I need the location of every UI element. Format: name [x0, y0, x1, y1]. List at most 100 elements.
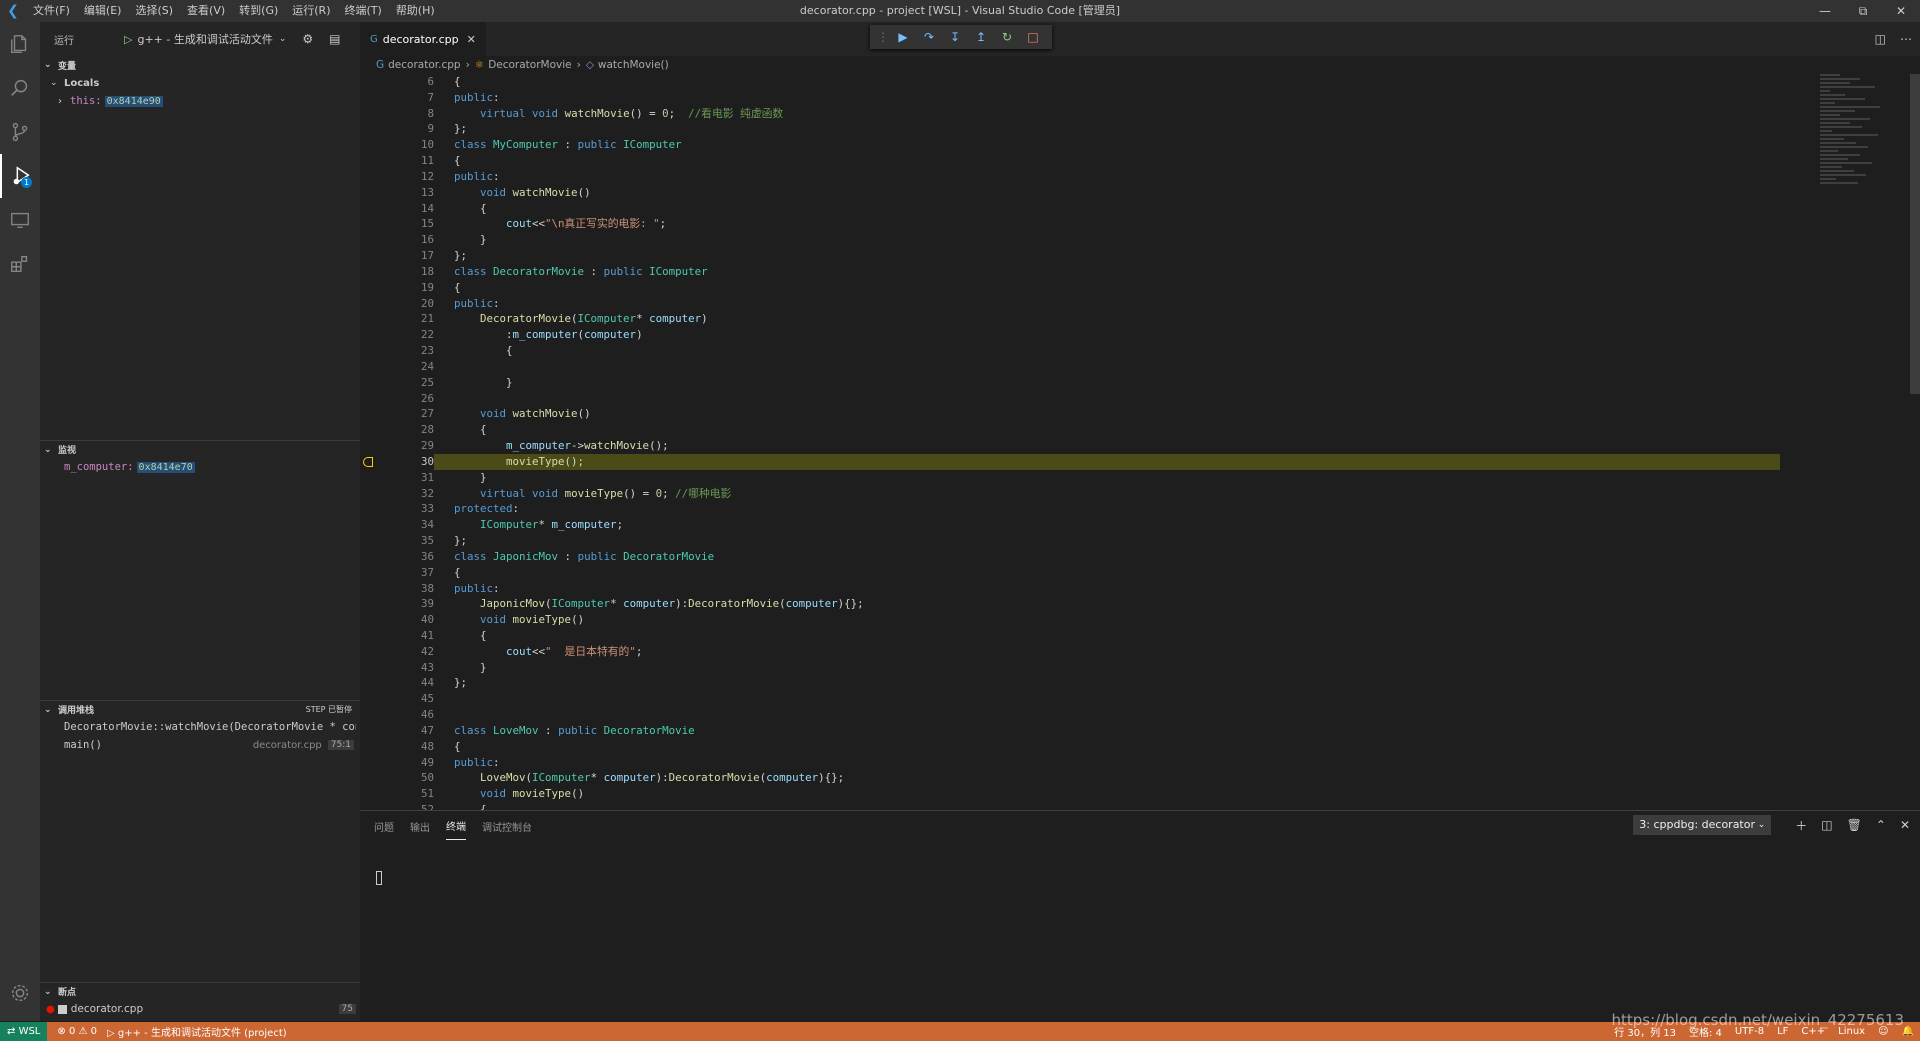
- minimap[interactable]: [1820, 74, 1910, 274]
- start-debug-icon[interactable]: ▷: [124, 33, 132, 46]
- code-line: 40 void movieType(): [420, 613, 585, 627]
- tab-debug-console[interactable]: 调试控制台: [482, 813, 532, 840]
- explorer-icon[interactable]: [0, 22, 40, 66]
- watch-item[interactable]: m_computer: 0x8414e70: [64, 458, 195, 476]
- breadcrumb-class[interactable]: DecoratorMovie: [488, 59, 571, 71]
- stack-frame[interactable]: main() decorator.cpp 75:1: [64, 736, 354, 754]
- frame-position: 75:1: [327, 740, 354, 750]
- code-line: 33 protected:: [420, 502, 520, 516]
- menu-terminal[interactable]: 终端(T): [338, 0, 389, 22]
- new-terminal-icon[interactable]: ＋: [1795, 817, 1807, 834]
- watch-header[interactable]: ⌄ 监视: [40, 440, 360, 458]
- close-tab-icon[interactable]: ✕: [467, 33, 476, 46]
- code-line: 27 void watchMovie(): [420, 407, 591, 421]
- tab-decorator-cpp[interactable]: G decorator.cpp ✕: [360, 22, 486, 56]
- breadcrumb-file[interactable]: decorator.cpp: [388, 59, 460, 71]
- panel-actions: 3: cppdbg: decorator ⌄ ＋ ◫ 🗑 ⌃ ✕: [1633, 815, 1910, 835]
- chevron-down-icon: ⌄: [50, 78, 58, 88]
- split-terminal-icon[interactable]: ◫: [1821, 818, 1832, 832]
- editor-scrollbar[interactable]: [1910, 74, 1920, 394]
- remote-label: WSL: [18, 1026, 41, 1037]
- chevron-right-icon: ›: [465, 59, 470, 71]
- breakpoint-line: 75: [338, 1004, 356, 1014]
- callstack-title: 调用堆栈: [58, 706, 95, 716]
- restart-icon[interactable]: ↻: [994, 30, 1020, 44]
- continue-icon[interactable]: ▶: [890, 30, 916, 44]
- stack-frame[interactable]: DecoratorMovie::watchMovie(DecoratorMovi…: [64, 718, 356, 736]
- tab-terminal[interactable]: 终端: [446, 812, 466, 840]
- source-control-icon[interactable]: [0, 110, 40, 154]
- tab-output[interactable]: 输出: [410, 813, 430, 840]
- remote-explorer-icon[interactable]: [0, 198, 40, 242]
- menu-view[interactable]: 查看(V): [180, 0, 232, 22]
- tab-label: decorator.cpp: [382, 32, 459, 46]
- breadcrumb-method[interactable]: watchMovie(): [598, 59, 669, 71]
- problems-indicator[interactable]: ⊗ 0 ⚠ 0: [57, 1026, 97, 1037]
- search-icon[interactable]: [0, 66, 40, 110]
- minimize-icon[interactable]: —: [1806, 0, 1844, 22]
- remote-indicator[interactable]: ⇄ WSL: [0, 1022, 48, 1041]
- more-actions-icon[interactable]: ⋯: [1900, 32, 1912, 46]
- run-debug-icon[interactable]: 1: [0, 154, 40, 198]
- chevron-down-icon[interactable]: ⌄: [279, 34, 287, 44]
- locals-scope[interactable]: ⌄ Locals: [40, 74, 360, 92]
- frame-name: DecoratorMovie::watchMovie(DecoratorMovi…: [64, 721, 356, 733]
- variables-header[interactable]: ⌄ 变量: [40, 56, 360, 74]
- code-line: 17};: [420, 249, 468, 263]
- debug-config-select[interactable]: g++ - 生成和调试活动文件: [137, 31, 272, 47]
- menu-run[interactable]: 运行(R): [285, 0, 337, 22]
- code-line: 34 IComputer* m_computer;: [420, 518, 624, 532]
- restore-icon[interactable]: ⧉: [1844, 0, 1882, 22]
- debug-launch-status[interactable]: ▷ g++ - 生成和调试活动文件 (project): [107, 1024, 287, 1039]
- trash-icon[interactable]: 🗑: [1847, 818, 1862, 832]
- step-into-icon[interactable]: ↧: [942, 30, 968, 44]
- code-line: 11{: [420, 154, 461, 168]
- chevron-down-icon: ⌄: [1757, 820, 1766, 830]
- menu-help[interactable]: 帮助(H): [389, 0, 442, 22]
- chevron-down-icon: ⌄: [44, 60, 52, 70]
- debug-current-line-icon: [363, 456, 373, 467]
- menu-selection[interactable]: 选择(S): [128, 0, 180, 22]
- cpp-file-icon: G: [376, 59, 385, 71]
- tab-problems[interactable]: 问题: [374, 813, 394, 840]
- cpp-file-icon: G: [370, 33, 378, 45]
- menu-go[interactable]: 转到(G): [232, 0, 285, 22]
- breakpoints-title: 断点: [58, 988, 77, 998]
- close-panel-icon[interactable]: ✕: [1900, 818, 1910, 832]
- code-editor[interactable]: 6{ 7 public: 8 virtual void watchMovie() …: [360, 74, 1780, 810]
- code-line: 48{: [420, 739, 461, 753]
- gear-icon[interactable]: ⚙: [302, 32, 313, 46]
- variable-this[interactable]: › this: 0x8414e90: [40, 92, 360, 110]
- chevron-right-icon: ›: [58, 95, 62, 107]
- split-editor-icon[interactable]: ◫: [1875, 32, 1886, 46]
- maximize-panel-icon[interactable]: ⌃: [1876, 818, 1886, 832]
- terminal-select[interactable]: 3: cppdbg: decorator ⌄: [1633, 815, 1772, 835]
- menu-file[interactable]: 文件(F): [26, 0, 77, 22]
- drag-handle-icon[interactable]: ⋮: [876, 30, 890, 44]
- code-line: 25 }: [420, 375, 513, 389]
- debug-console-icon[interactable]: ▤: [329, 32, 340, 46]
- code-line: 8 virtual void watchMovie() = 0; //看电影 纯…: [427, 106, 784, 120]
- breakpoint-item[interactable]: ● decorator.cpp 75: [46, 1000, 356, 1018]
- code-line: 18 class DecoratorMovie : public ICompute…: [420, 264, 708, 278]
- breakpoint-checkbox[interactable]: [57, 1004, 67, 1014]
- variables-title: 变量: [58, 61, 77, 72]
- breakpoint-dot-icon: ●: [46, 1003, 55, 1015]
- extensions-icon[interactable]: [0, 242, 40, 286]
- code-line: 14 {: [420, 201, 487, 215]
- breakpoints-header[interactable]: ⌄ 断点: [40, 982, 360, 1000]
- manage-gear-icon[interactable]: [0, 971, 40, 1015]
- debug-toolbar: ⋮ ▶ ↷ ↧ ↥ ↻ □: [870, 25, 1052, 49]
- terminal-cursor[interactable]: [376, 871, 382, 885]
- terminal-select-value: 3: cppdbg: decorator: [1639, 818, 1756, 831]
- menu-bar: 文件(F) 编辑(E) 选择(S) 查看(V) 转到(G) 运行(R) 终端(T…: [26, 0, 442, 22]
- stop-icon[interactable]: □: [1020, 30, 1046, 44]
- menu-edit[interactable]: 编辑(E): [77, 0, 129, 22]
- warning-count: 0: [90, 1026, 98, 1037]
- activity-bar: 1: [0, 22, 40, 1021]
- callstack-header[interactable]: ⌄ 调用堆栈 STEP 已暂停: [40, 700, 360, 718]
- close-icon[interactable]: ✕: [1882, 0, 1920, 22]
- step-out-icon[interactable]: ↥: [968, 30, 994, 44]
- code-line: 20 public:: [420, 296, 500, 310]
- step-over-icon[interactable]: ↷: [916, 30, 942, 44]
